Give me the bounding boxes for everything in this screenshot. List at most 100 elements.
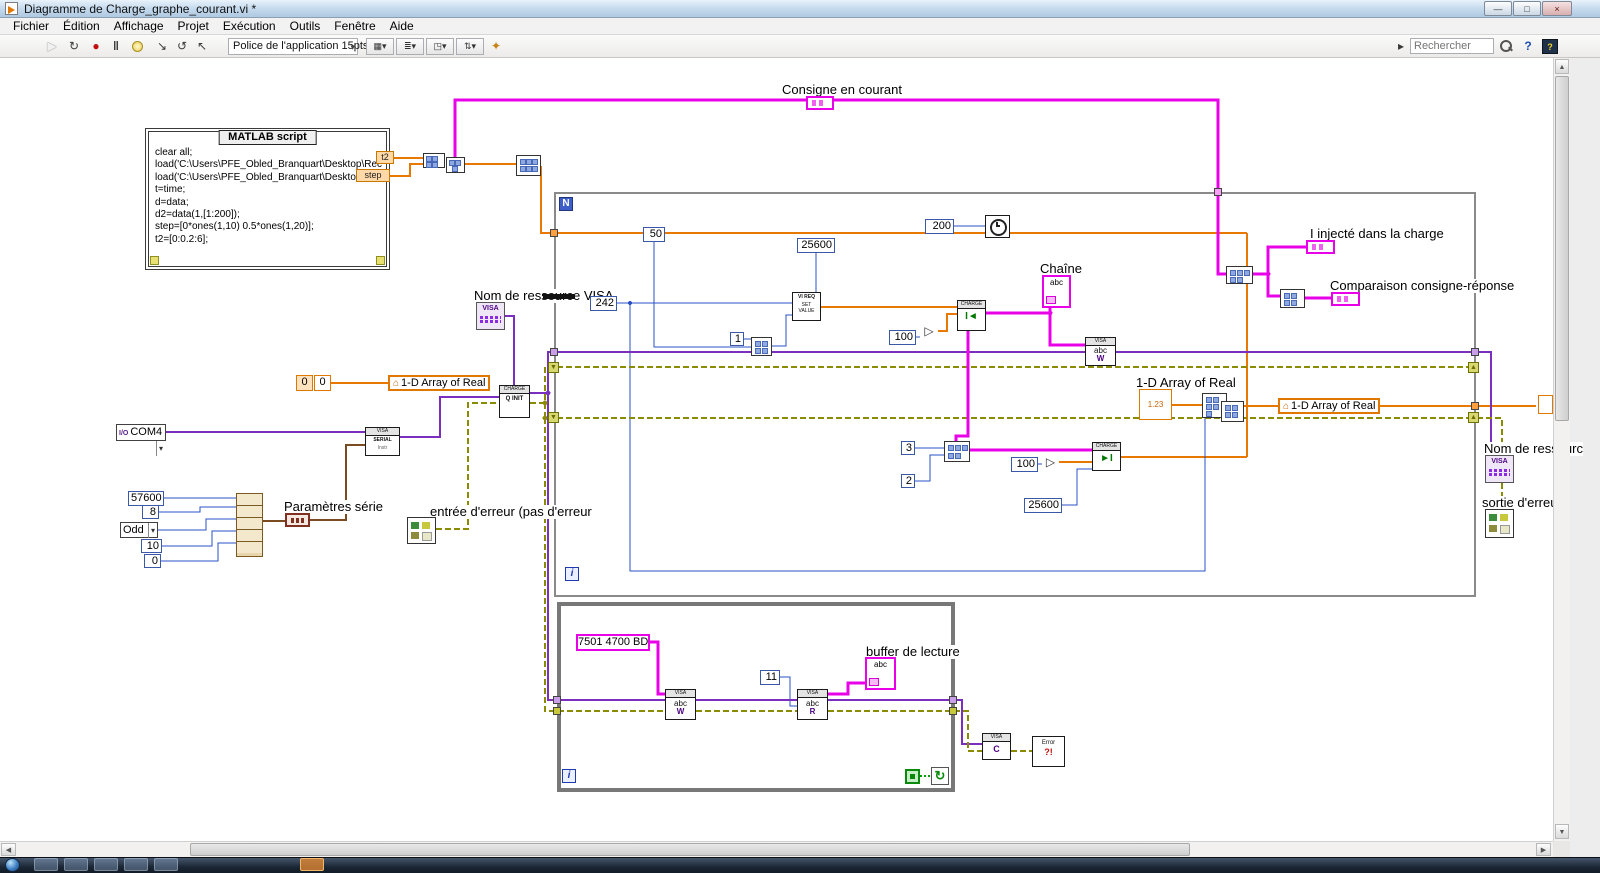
taskbar-app-icon[interactable] — [154, 858, 178, 871]
charge-set-current-node[interactable]: CHARGE I◄ — [957, 300, 986, 331]
highlight-execution-button[interactable] — [132, 41, 143, 52]
charge-read-current-node[interactable]: CHARGE ►I — [1092, 442, 1121, 471]
matlab-code[interactable]: clear all; load('C:\Users\PFE_Obled_Bran… — [155, 147, 383, 256]
parity-ring[interactable]: Odd▾ — [120, 522, 158, 538]
numeric-constant-100b[interactable]: 100 — [1011, 457, 1038, 472]
step-out-button[interactable]: ↖ — [192, 37, 212, 56]
distribute-objects-dropdown[interactable]: ≣▾ — [396, 38, 424, 55]
resize-handle[interactable] — [376, 256, 385, 265]
shift-register-right[interactable]: ▲ — [1468, 362, 1479, 373]
numeric-constant-25600[interactable]: 25600 — [797, 238, 835, 253]
taskbar-app-icon[interactable] — [64, 858, 88, 871]
i-injecte-graph-terminal[interactable] — [1306, 240, 1335, 254]
visa-resource-indicator[interactable]: VISA — [1485, 455, 1514, 483]
numeric-constant-25600b[interactable]: 25600 — [1024, 498, 1062, 513]
numeric-constant-3[interactable]: 3 — [901, 441, 915, 455]
visa-write-node-2[interactable]: VISA abc W — [665, 689, 696, 720]
shift-register-right[interactable]: ▲ — [1468, 412, 1479, 423]
search-icon[interactable] — [1499, 39, 1514, 54]
shift-register-left[interactable]: ▼ — [548, 412, 559, 423]
menu-outils[interactable]: Outils — [283, 18, 328, 34]
taskbar-app-icon[interactable] — [300, 858, 324, 871]
numeric-constant-11[interactable]: 11 — [760, 670, 780, 685]
string-indicator-buffer[interactable]: abc — [865, 657, 896, 690]
menu-affichage[interactable]: Affichage — [107, 18, 171, 34]
error-out-indicator[interactable] — [1485, 509, 1514, 538]
numeric-constant-1[interactable]: 1 — [730, 332, 744, 346]
local-variable-array-left[interactable]: ⌂1-D Array of Real — [388, 375, 490, 391]
format-string-icon[interactable] — [944, 441, 970, 462]
close-button[interactable]: × — [1542, 1, 1572, 16]
menu-fenetre[interactable]: Fenêtre — [327, 18, 382, 34]
resize-objects-dropdown[interactable]: ◳▾ — [426, 38, 454, 55]
menu-projet[interactable]: Projet — [171, 18, 216, 34]
menu-fichier[interactable]: Fichier — [6, 18, 56, 34]
wait-ms-node[interactable] — [985, 215, 1010, 238]
pause-button[interactable]: ‖ — [106, 37, 126, 56]
string-constant-bd[interactable]: 7501 4700 BD — [576, 634, 650, 651]
menu-aide[interactable]: Aide — [383, 18, 421, 34]
req-set-value-node[interactable]: VI REQ SET VALUE — [792, 292, 821, 321]
vertical-scrollbar[interactable]: ▲ ▼ — [1553, 58, 1570, 841]
build-array-icon[interactable] — [751, 337, 772, 356]
taskbar-app-icon[interactable] — [34, 858, 58, 871]
string-indicator-chaine[interactable]: abc — [1042, 275, 1071, 308]
build-array-icon[interactable] — [423, 153, 445, 168]
vertical-scroll-thumb[interactable] — [1555, 76, 1569, 421]
help-icon[interactable]: ? — [1520, 38, 1536, 55]
boolean-constant[interactable] — [905, 769, 920, 784]
numeric-constant-50[interactable]: 50 — [643, 227, 665, 242]
scroll-up-button[interactable]: ▲ — [1555, 59, 1569, 74]
consigne-graph-terminal[interactable] — [806, 96, 834, 110]
font-selector[interactable]: Police de l'application 15pts▾ — [228, 38, 358, 55]
loop-count-terminal[interactable]: N — [559, 197, 573, 211]
visa-close-node[interactable]: VISA C — [982, 733, 1011, 760]
numeric-constant-100[interactable]: 100 — [889, 330, 916, 345]
numeric-constant-242[interactable]: 242 — [590, 296, 617, 311]
matlab-output-t2[interactable]: t2 — [376, 151, 394, 164]
menu-edition[interactable]: Édition — [56, 18, 107, 34]
scale-node-icon[interactable]: ▷ — [1042, 455, 1059, 470]
com-port-constant[interactable]: I/OCOM4▾ — [116, 424, 166, 441]
comparaison-graph-terminal[interactable] — [1331, 292, 1360, 306]
scale-node-icon[interactable]: ▷ — [920, 324, 938, 340]
visa-write-node[interactable]: VISA abc W — [1085, 337, 1116, 366]
minimize-button[interactable]: — — [1484, 1, 1512, 16]
index-array-icon[interactable] — [1226, 266, 1253, 284]
flow-constant[interactable]: 0 — [144, 554, 161, 568]
visa-read-node[interactable]: VISA abc R — [797, 689, 828, 720]
visa-resource-constant[interactable]: VISA — [476, 302, 505, 330]
run-continuous-button[interactable]: ↻ — [64, 37, 84, 56]
array-element-box[interactable]: 0 — [314, 375, 331, 391]
horizontal-scrollbar[interactable]: ◀ ▶ — [0, 841, 1553, 857]
array-convert-icon[interactable] — [516, 155, 541, 176]
align-objects-dropdown[interactable]: ▦▾ — [366, 38, 394, 55]
for-loop[interactable] — [554, 192, 1476, 597]
scroll-right-button[interactable]: ▶ — [1536, 843, 1551, 856]
build-waveform-icon[interactable] — [446, 157, 465, 173]
horizontal-scroll-thumb[interactable] — [190, 843, 1190, 856]
shift-register-left[interactable]: ▼ — [548, 362, 559, 373]
menu-execution[interactable]: Exécution — [216, 18, 283, 34]
start-button[interactable] — [5, 858, 20, 872]
stopbits-constant[interactable]: 10 — [141, 539, 162, 553]
search-expand-icon[interactable]: ▸ — [1394, 37, 1408, 56]
step-over-button[interactable]: ↺ — [172, 37, 192, 56]
maximize-button[interactable]: □ — [1513, 1, 1541, 16]
resize-handle[interactable] — [150, 256, 159, 265]
serial-params-icon[interactable] — [285, 513, 310, 527]
loop-iteration-terminal[interactable]: i — [565, 567, 579, 581]
baud-constant[interactable]: 57600 — [128, 491, 164, 506]
run-button[interactable]: ▶ — [42, 37, 62, 56]
error-in-constant[interactable] — [407, 517, 436, 544]
while-iteration-terminal[interactable]: i — [562, 769, 576, 783]
bundle-compare-icon[interactable] — [1280, 289, 1305, 308]
step-into-button[interactable]: ↘ — [152, 37, 172, 56]
array-index-box[interactable]: 0 — [296, 375, 313, 391]
scroll-down-button[interactable]: ▼ — [1555, 824, 1569, 839]
clean-up-diagram-button[interactable]: ✦ — [486, 37, 506, 56]
taskbar-app-icon[interactable] — [94, 858, 118, 871]
visa-configure-serial-node[interactable]: VISA SERIAL Instr — [365, 427, 400, 456]
build-array-icon[interactable] — [1221, 401, 1244, 422]
matlab-script-node[interactable]: MATLAB script clear all; load('C:\Users\… — [145, 128, 390, 270]
